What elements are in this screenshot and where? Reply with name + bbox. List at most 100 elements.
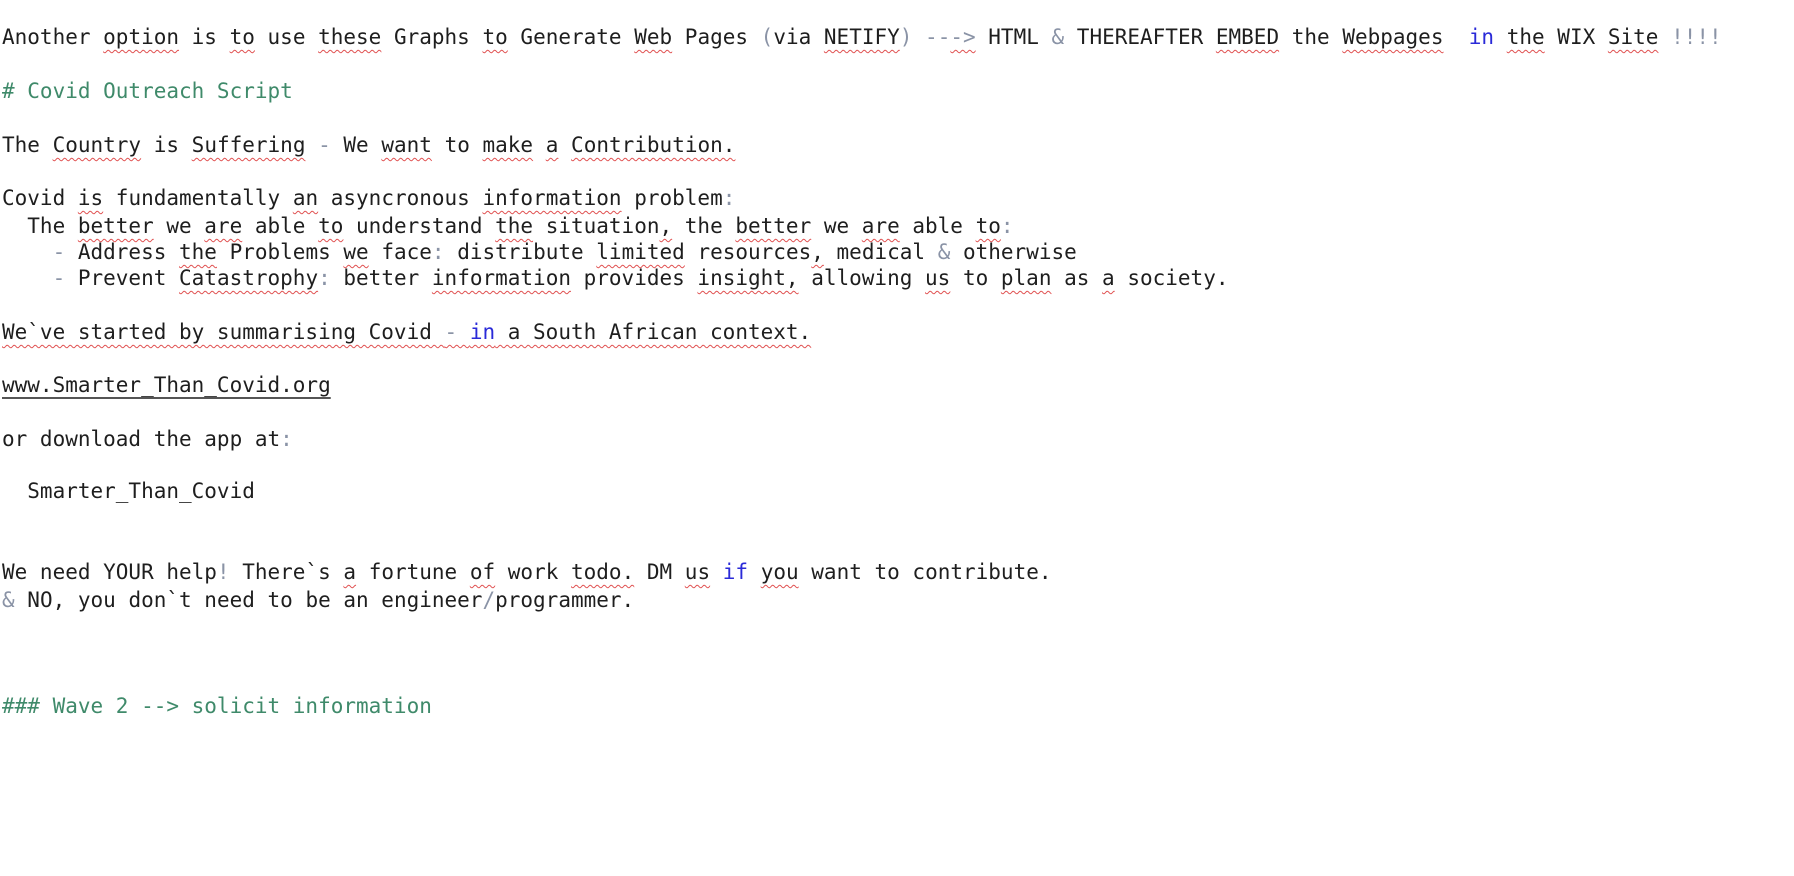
- line-token: provides: [570, 266, 698, 290]
- line-token: :: [1000, 214, 1014, 238]
- line-token: if: [722, 560, 749, 584]
- line-token: -: [2, 240, 78, 264]
- line-token: EMBED: [1215, 25, 1280, 49]
- line-token: us: [925, 266, 951, 290]
- line-token: make: [482, 133, 534, 157]
- line-token: are: [204, 214, 243, 238]
- line-token: Suffering: [191, 133, 306, 157]
- line-token: otherwise: [950, 240, 1077, 264]
- line-token: Catastrophy: [179, 266, 319, 290]
- line-token: Country: [52, 133, 142, 157]
- line-token: # Covid Outreach Script: [2, 79, 293, 103]
- line-token: a: [1102, 266, 1115, 290]
- line-token: able: [242, 214, 319, 238]
- line-token: We need YOUR help: [2, 560, 217, 584]
- line-token: Problems: [216, 240, 344, 264]
- line-token: The: [2, 214, 78, 238]
- line-token: (: [760, 25, 774, 49]
- editor-line-3: The Country is Suffering - We want to ma…: [2, 130, 735, 160]
- line-token: we: [153, 214, 205, 238]
- line-token: &: [937, 240, 951, 264]
- line-token: :: [722, 186, 736, 210]
- line-token: understand: [343, 214, 496, 238]
- line-token: to: [482, 25, 508, 49]
- line-token: !: [216, 560, 230, 584]
- line-token: better: [330, 266, 432, 290]
- editor-line-heading-covid-outreach-script: # Covid Outreach Script: [2, 76, 293, 106]
- editor-line-1: Another option is to use these Graphs to…: [2, 22, 1722, 52]
- line-token: limited: [596, 240, 685, 264]
- line-token: to: [431, 133, 483, 157]
- text-editor[interactable]: Another option is to use these Graphs to…: [0, 0, 1794, 876]
- line-token: ) --: [899, 25, 951, 49]
- line-token: [1494, 25, 1507, 49]
- line-token: distribute: [444, 240, 597, 264]
- line-token: Smarter_Than_Covid: [2, 479, 255, 503]
- line-token: Another: [2, 25, 104, 49]
- line-token: is: [179, 25, 230, 49]
- line-token: we: [343, 240, 369, 264]
- line-token: information: [482, 186, 622, 210]
- line-token: todo.: [571, 560, 635, 584]
- line-token: of: [469, 560, 496, 584]
- line-token: -: [444, 320, 470, 344]
- line-token: the: [179, 240, 217, 264]
- line-token: better: [735, 214, 812, 238]
- line-token: us: [684, 560, 711, 584]
- line-token: resources: [684, 240, 812, 264]
- line-token: www.Smarter_Than_Covid.org: [2, 373, 331, 397]
- line-token: DM: [634, 560, 685, 584]
- line-token: Graphs: [381, 25, 483, 49]
- line-token: we: [811, 214, 862, 238]
- line-token: the: [495, 214, 534, 238]
- line-token: [558, 133, 571, 157]
- website-link[interactable]: www.Smarter_Than_Covid.org: [2, 370, 331, 400]
- line-token: [710, 560, 723, 584]
- line-token: to: [229, 25, 255, 49]
- line-token: [748, 560, 761, 584]
- line-token: as: [1051, 266, 1103, 290]
- line-token: asyncronous: [318, 186, 483, 210]
- line-token: the: [672, 214, 736, 238]
- line-token: Site: [1607, 25, 1659, 49]
- line-token: a: [545, 133, 559, 157]
- line-token: Contribution.: [571, 133, 736, 157]
- line-token: Prevent: [77, 266, 180, 290]
- line-token: in: [469, 320, 496, 344]
- line-token: :: [431, 240, 445, 264]
- line-token: the: [1506, 25, 1545, 49]
- line-token: to: [318, 214, 344, 238]
- line-token: in: [1468, 25, 1495, 49]
- editor-line-10: or download the app at:: [2, 424, 293, 454]
- line-token: face: [368, 240, 432, 264]
- line-token: via: [773, 25, 824, 49]
- line-token: you: [760, 560, 799, 584]
- editor-line-4: Covid is fundamentally an asyncronous in…: [2, 183, 735, 213]
- line-token: Webpages: [1342, 25, 1444, 49]
- line-token: programmer.: [495, 588, 635, 612]
- line-token: a South African context.: [495, 320, 812, 344]
- line-token: !!!!: [1658, 25, 1722, 49]
- line-token: want to contribute.: [798, 560, 1052, 584]
- line-token: /: [482, 588, 496, 612]
- line-token: Web: [634, 25, 673, 49]
- line-token: We`ve started by summarising Covid: [2, 320, 445, 344]
- line-token: plan: [1000, 266, 1052, 290]
- line-token: an: [292, 186, 319, 210]
- line-token: or download the app at: [2, 427, 281, 451]
- line-token: HTML: [975, 25, 1052, 49]
- line-token: a: [343, 560, 357, 584]
- line-token: NO, you don`t need to be an engineer: [14, 588, 483, 612]
- line-token: Address: [77, 240, 180, 264]
- line-token: is: [141, 133, 192, 157]
- line-token: [533, 133, 546, 157]
- line-token: [1443, 25, 1468, 49]
- line-token: :: [280, 427, 293, 451]
- line-token: ->: [950, 25, 976, 49]
- line-token: want: [381, 133, 432, 157]
- editor-line-12: We need YOUR help! There`s a fortune of …: [2, 557, 1052, 587]
- editor-line-7: - Prevent Catastrophy: better informatio…: [2, 263, 1229, 293]
- editor-line-heading-wave-2: ### Wave 2 --> solicit information: [2, 691, 432, 721]
- line-token: medical: [823, 240, 938, 264]
- line-token: ### Wave 2 --> solicit information: [2, 694, 432, 718]
